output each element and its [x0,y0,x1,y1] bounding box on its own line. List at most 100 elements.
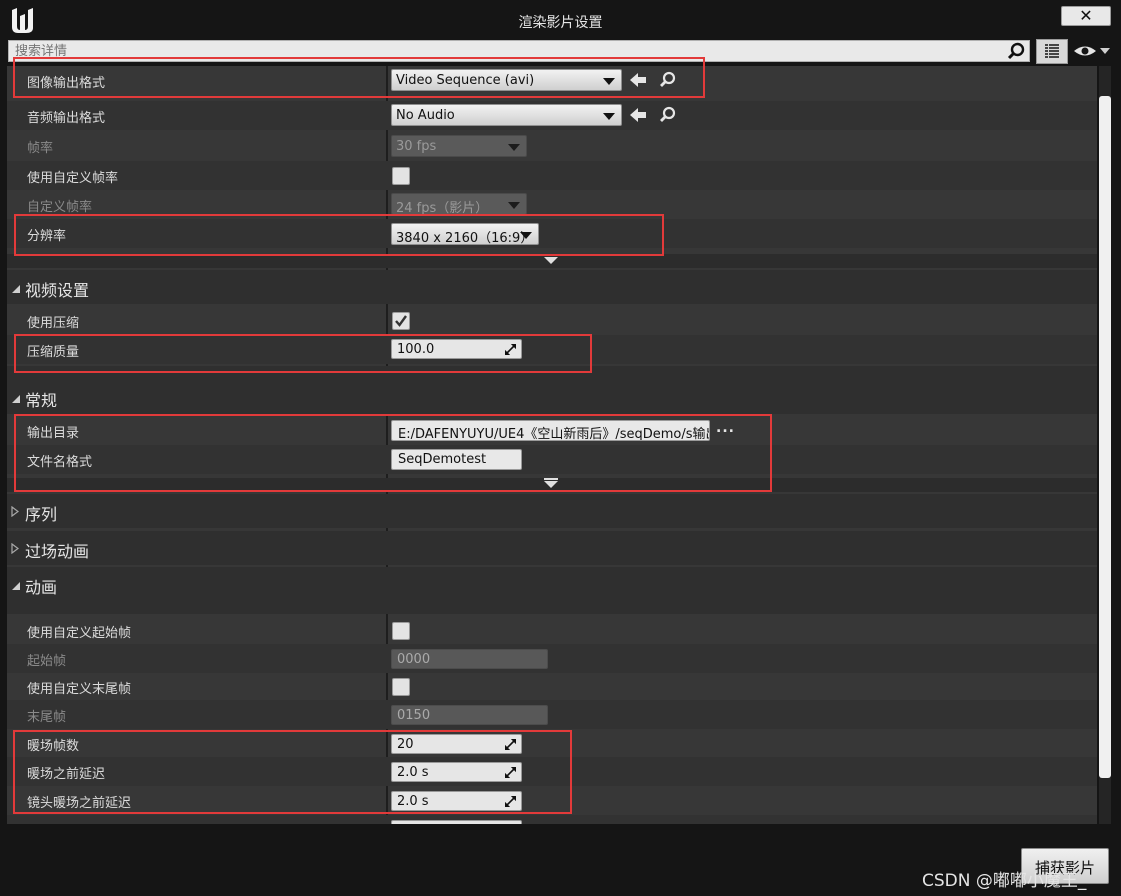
start-frame-value: 0000 [397,652,431,667]
section-separator [7,601,1097,614]
row-warmup-frame-count: 暖场帧数 20 [7,729,1097,758]
collapsed-arrow-icon [11,506,19,517]
category-video-settings[interactable]: 视频设置 [7,270,1097,304]
delay-before-warmup-value: 2.0 s [397,765,429,780]
row-partial [7,815,1097,824]
advanced-expander[interactable] [7,254,1097,268]
browse-icon[interactable] [659,106,677,124]
use-custom-start-frame-checkbox[interactable] [392,622,410,640]
filename-format-field[interactable]: SeqDemotest [391,449,522,470]
end-frame-label: 末尾帧 [27,710,67,725]
category-general[interactable]: 常规 [7,380,1097,414]
spin-icon [505,739,516,750]
output-directory-field[interactable]: E:/DAFENYUYU/UE4《空山新雨后》/seqDemo/s输出 [391,420,710,441]
category-cinematic[interactable]: 过场动画 [7,531,1097,565]
expanded-arrow-icon [12,582,20,590]
chevron-down-icon [520,232,532,239]
delay-before-shot-warmup-field[interactable]: 2.0 s [391,791,522,811]
spin-icon [505,796,516,807]
use-custom-frame-rate-checkbox[interactable] [392,167,410,185]
chevron-down-icon [603,78,615,85]
partial-field[interactable] [391,820,522,824]
delay-before-shot-warmup-value: 2.0 s [397,794,429,809]
custom-frame-rate-label: 自定义帧率 [27,200,93,215]
delay-before-warmup-label: 暖场之前延迟 [27,767,106,782]
image-output-format-value: Video Sequence (avi) [396,73,535,88]
use-custom-start-frame-label: 使用自定义起始帧 [27,626,132,641]
scrollbar-thumb[interactable] [1099,96,1111,778]
window-title: 渲染影片设置 [518,15,603,31]
output-directory-value: E:/DAFENYUYU/UE4《空山新雨后》/seqDemo/s输出 [398,427,710,441]
row-audio-output-format: 音频输出格式 No Audio [7,101,1097,130]
audio-output-format-dropdown[interactable]: No Audio [391,104,622,126]
use-custom-end-frame-checkbox[interactable] [392,678,410,696]
checkmark-icon [395,315,407,327]
row-resolution: 分辨率 3840 x 2160（16:9） [7,219,1097,248]
custom-frame-rate-dropdown: 24 fps（影片） [391,193,527,216]
row-custom-frame-rate: 自定义帧率 24 fps（影片） [7,190,1097,219]
end-frame-value: 0150 [397,708,431,723]
category-label: 常规 [25,391,58,410]
category-label: 过场动画 [25,542,90,561]
browse-directory-button[interactable]: ... [716,420,735,436]
title-bar: 渲染影片设置 ✕ [0,0,1121,40]
row-use-custom-end-frame: 使用自定义末尾帧 [7,672,1097,701]
chevron-down-icon [603,113,615,120]
image-output-format-dropdown[interactable]: Video Sequence (avi) [391,69,622,91]
row-use-compression: 使用压缩 [7,306,1097,335]
row-delay-before-shot-warmup: 镜头暖场之前延迟 2.0 s [7,786,1097,815]
audio-output-format-value: No Audio [396,108,455,123]
resolution-dropdown[interactable]: 3840 x 2160（16:9） [391,223,539,246]
compression-quality-label: 压缩质量 [27,345,80,360]
resolution-label: 分辨率 [27,229,67,244]
close-button[interactable]: ✕ [1061,6,1111,26]
chevron-down-icon [544,257,558,264]
chevron-down-icon [508,144,520,151]
category-animation[interactable]: 动画 [7,567,1097,601]
search-icon[interactable] [1007,42,1025,60]
row-delay-before-warmup: 暖场之前延迟 2.0 s [7,757,1097,786]
row-use-custom-start-frame: 使用自定义起始帧 [7,616,1097,645]
filename-format-value: SeqDemotest [398,452,487,467]
row-start-frame: 起始帧 0000 [7,644,1097,673]
resolution-value: 3840 x 2160（16:9） [396,231,534,246]
row-frame-rate: 帧率 30 fps [7,131,1097,160]
category-label: 视频设置 [25,281,90,300]
row-compression-quality: 压缩质量 100.0 [7,335,1097,364]
image-output-format-label: 图像输出格式 [27,76,106,91]
category-sequence[interactable]: 序列 [7,494,1097,528]
visibility-filter-button[interactable] [1072,41,1112,61]
category-label: 序列 [25,505,58,524]
use-compression-checkbox[interactable] [392,312,410,330]
use-custom-frame-rate-label: 使用自定义帧率 [27,171,119,186]
reset-arrow-icon[interactable] [629,106,647,124]
category-label: 动画 [25,578,58,597]
delay-before-shot-warmup-label: 镜头暖场之前延迟 [27,796,132,811]
section-separator [7,366,1097,380]
compression-quality-field[interactable]: 100.0 [391,339,522,359]
row-end-frame: 末尾帧 0150 [7,700,1097,729]
start-frame-label: 起始帧 [27,654,67,669]
row-output-directory: 输出目录 E:/DAFENYUYU/UE4《空山新雨后》/seqDemo/s输出… [7,416,1097,445]
browse-icon[interactable] [659,71,677,89]
audio-output-format-label: 音频输出格式 [27,111,106,126]
row-use-custom-frame-rate: 使用自定义帧率 [7,161,1097,190]
compression-quality-value: 100.0 [397,342,435,357]
spin-icon [505,767,516,778]
grid-view-icon [1045,44,1059,58]
row-filename-format: 文件名格式 SeqDemotest [7,445,1097,474]
expanded-arrow-icon [12,395,20,403]
use-compression-label: 使用压缩 [27,316,80,331]
delay-before-warmup-field[interactable]: 2.0 s [391,762,522,782]
search-input[interactable] [9,41,999,61]
double-chevron-down-icon [544,478,558,488]
warmup-frame-count-field[interactable]: 20 [391,734,522,754]
general-advanced-expander[interactable] [7,478,1097,492]
custom-frame-rate-value: 24 fps（影片） [396,201,489,216]
view-options-button[interactable] [1036,39,1068,64]
watermark: CSDN @嘟嘟小魔王_ [922,871,1087,891]
frame-rate-dropdown: 30 fps [391,135,527,157]
reset-arrow-icon[interactable] [629,71,647,89]
expanded-arrow-icon [12,285,20,293]
eye-icon [1074,46,1110,56]
